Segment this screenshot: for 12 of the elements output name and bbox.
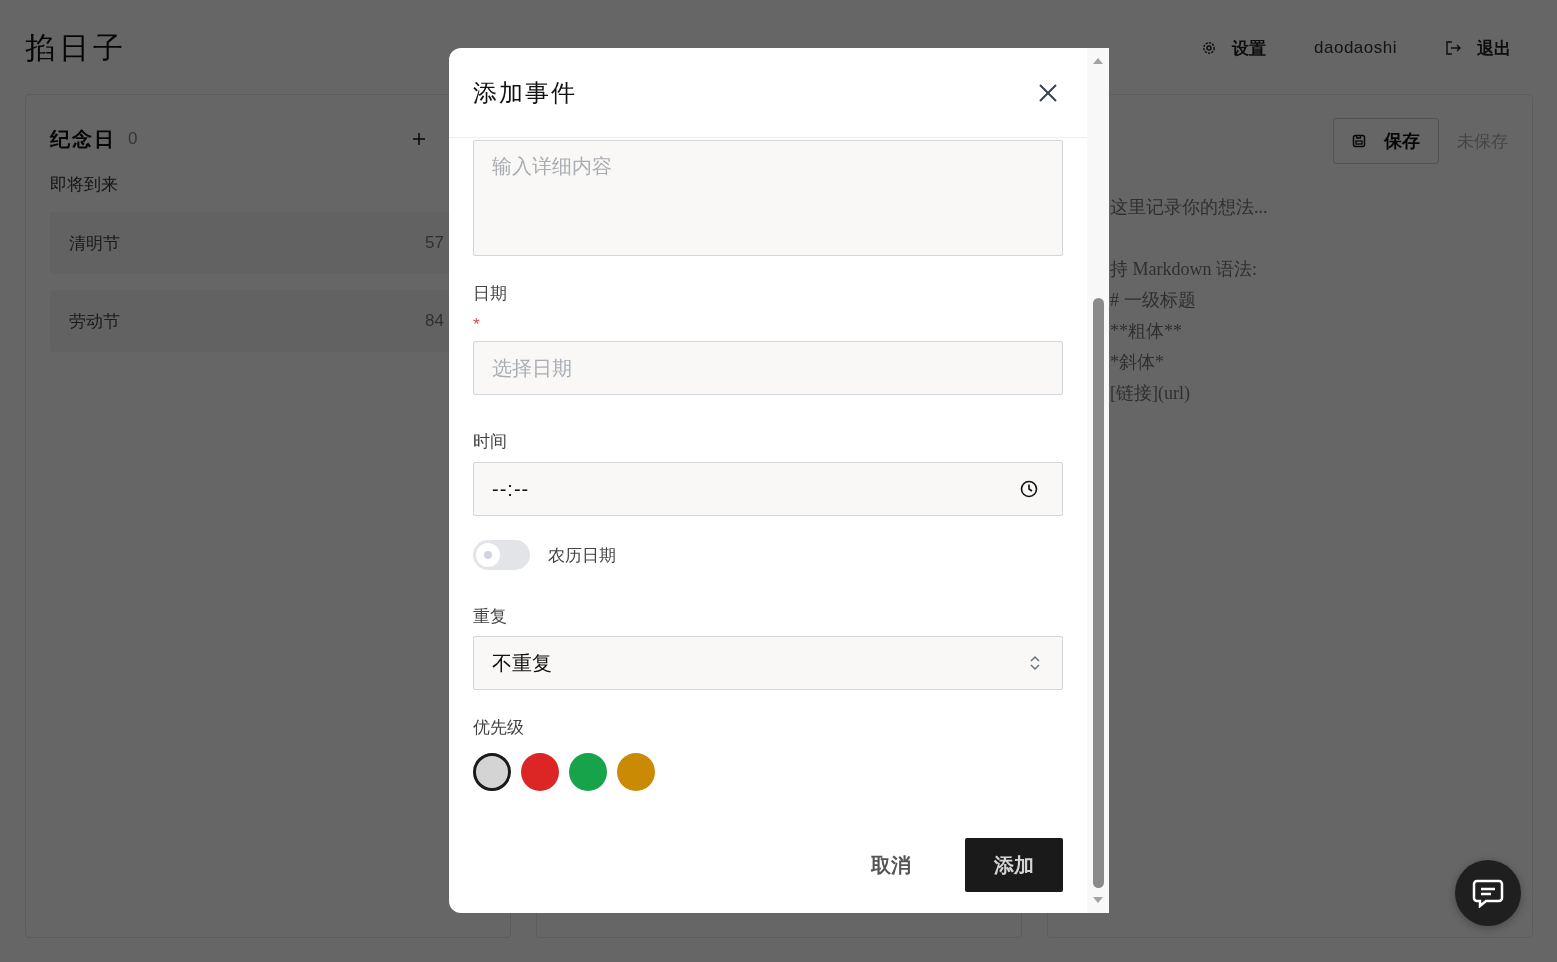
event-name: 清明节 xyxy=(69,232,120,255)
event-name: 劳动节 xyxy=(69,310,120,333)
toggle-label: 农历日期 xyxy=(548,544,616,567)
panel-title: 纪念日 xyxy=(50,126,116,152)
field-label: 时间 xyxy=(473,431,508,453)
username: daodaoshi xyxy=(1314,38,1397,58)
required-mark: * xyxy=(473,315,480,335)
app-title: 掐日子 xyxy=(25,29,127,66)
field-label: 重复 xyxy=(473,606,508,628)
section-heading: 即将到来 xyxy=(50,174,119,196)
dialog-title: 添加事件 xyxy=(473,77,577,108)
field-label: 优先级 xyxy=(473,717,525,739)
